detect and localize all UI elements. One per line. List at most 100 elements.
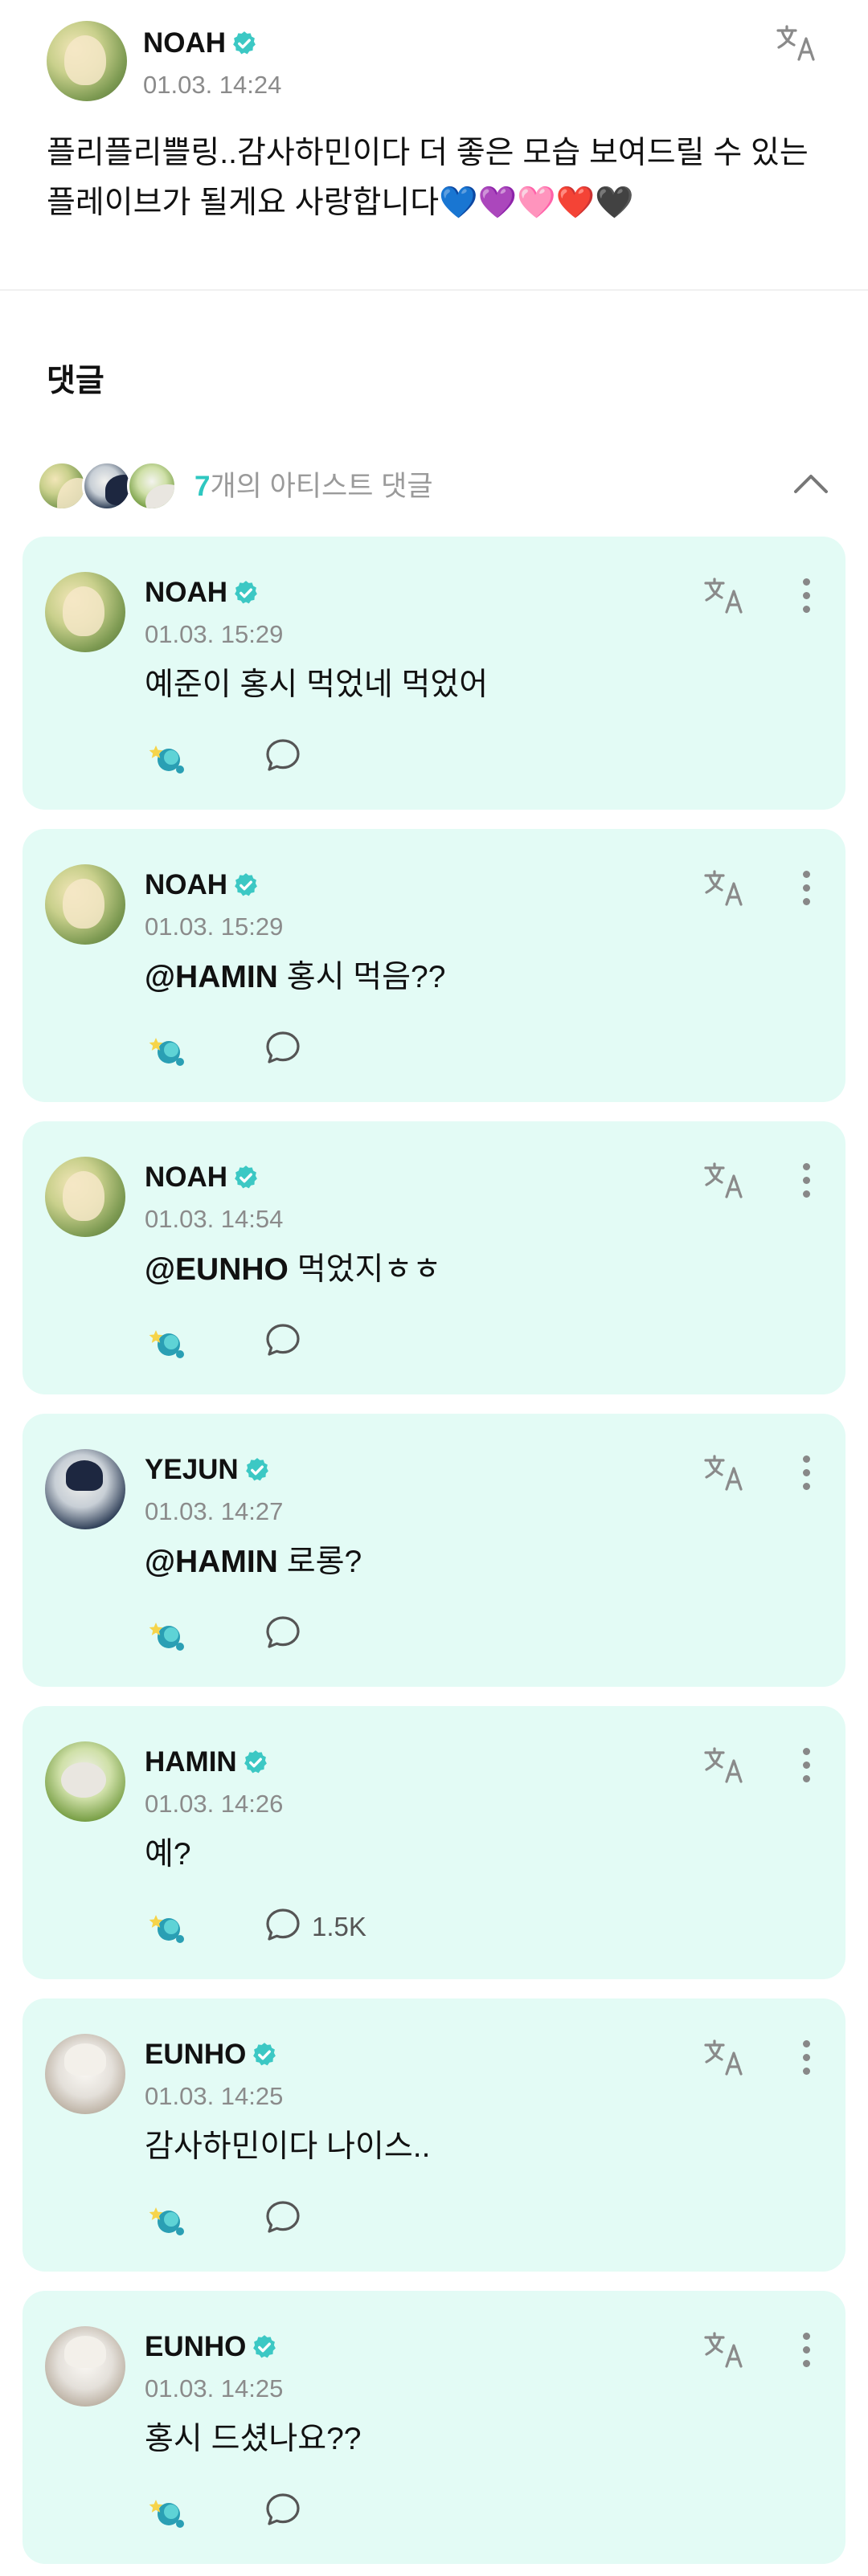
- reaction-icon[interactable]: [145, 1909, 190, 1945]
- translate-icon[interactable]: [775, 24, 820, 63]
- chevron-up-icon[interactable]: [789, 466, 833, 501]
- avatar[interactable]: [45, 1157, 125, 1237]
- comment-body: 로롱?: [277, 1545, 362, 1579]
- avatar[interactable]: [45, 572, 125, 652]
- translate-icon[interactable]: [702, 2039, 747, 2077]
- comment-body: 예준이 홍시 먹었네 먹었어: [145, 667, 489, 702]
- comment-timestamp: 01.03. 14:26: [145, 1790, 284, 1818]
- comment-text: @HAMIN 홍시 먹음??: [145, 960, 446, 995]
- comment-card: NOAH 01.03. 15:29 @HAMIN 홍시 먹음??: [23, 829, 845, 1102]
- artist-comments-toggle[interactable]: 7개의 아티스트 댓글: [37, 458, 833, 514]
- verified-badge-icon: [242, 1749, 269, 1776]
- reply-bubble-icon[interactable]: [264, 2490, 302, 2529]
- translate-icon[interactable]: [702, 1746, 747, 1785]
- divider: [0, 289, 868, 291]
- comment-card: HAMIN 01.03. 14:26 예? 1.5K: [23, 1706, 845, 1979]
- reply-bubble-icon[interactable]: [264, 1028, 302, 1067]
- translate-icon[interactable]: [702, 869, 747, 908]
- comment-author[interactable]: YEJUN: [145, 1455, 271, 1484]
- comment-text: @EUNHO 먹었지ㅎㅎ: [145, 1252, 442, 1288]
- author-name: NOAH: [145, 869, 228, 900]
- avatar[interactable]: [45, 2034, 125, 2114]
- comment-text: @HAMIN 로롱?: [145, 1545, 362, 1580]
- more-vertical-icon[interactable]: [800, 2333, 812, 2374]
- more-vertical-icon[interactable]: [800, 1748, 812, 1790]
- reaction-icon[interactable]: [145, 2493, 190, 2530]
- comment-card: NOAH 01.03. 15:29 예준이 홍시 먹었네 먹었어: [23, 537, 845, 810]
- verified-badge-icon: [232, 579, 260, 606]
- comment-timestamp: 01.03. 14:54: [145, 1205, 284, 1233]
- reply-bubble-icon[interactable]: [264, 1613, 302, 1651]
- author-name: EUNHO: [145, 2331, 247, 2362]
- author-name: YEJUN: [145, 1454, 239, 1485]
- avatar[interactable]: [45, 1449, 125, 1529]
- reaction-icon[interactable]: [145, 1324, 190, 1361]
- more-vertical-icon[interactable]: [800, 1455, 812, 1497]
- verified-badge-icon: [231, 30, 258, 57]
- comment-author[interactable]: EUNHO: [145, 2040, 278, 2068]
- author-name: NOAH: [145, 577, 228, 608]
- verified-badge-icon: [251, 2041, 278, 2068]
- comment-author[interactable]: NOAH: [145, 578, 260, 606]
- comment-text: 감사하민이다 나이스..: [145, 2129, 431, 2165]
- mention[interactable]: @HAMIN: [145, 1545, 278, 1579]
- comment-card: YEJUN 01.03. 14:27 @HAMIN 로롱?: [23, 1414, 845, 1687]
- author-name: NOAH: [143, 27, 227, 59]
- comment-timestamp: 01.03. 14:25: [145, 2082, 284, 2110]
- comment-timestamp: 01.03. 14:25: [145, 2374, 284, 2402]
- more-vertical-icon[interactable]: [800, 2040, 812, 2082]
- post-body: 플리플리쁠링..감사하민이다 더 좋은 모습 보여드릴 수 있는 플레이브가 될…: [47, 136, 809, 220]
- comment-author[interactable]: HAMIN: [145, 1748, 269, 1776]
- more-vertical-icon[interactable]: [800, 1163, 812, 1205]
- comment-body: 감사하민이다 나이스..: [145, 2129, 431, 2164]
- more-vertical-icon[interactable]: [800, 871, 812, 912]
- author-name: NOAH: [145, 1161, 228, 1193]
- author-name: EUNHO: [145, 2039, 247, 2070]
- avatar[interactable]: [45, 2326, 125, 2407]
- mention[interactable]: @EUNHO: [145, 1252, 289, 1287]
- reply-bubble-icon[interactable]: [264, 736, 302, 774]
- translate-icon[interactable]: [702, 1161, 747, 1200]
- avatar: [82, 461, 132, 511]
- post-author[interactable]: NOAH: [143, 29, 258, 57]
- comment-card: EUNHO 01.03. 14:25 감사하민이다 나이스..: [23, 1998, 845, 2272]
- comment-timestamp: 01.03. 15:29: [145, 912, 284, 941]
- artist-count-number: 7: [194, 471, 211, 502]
- comment-body: 홍시 드셨나요??: [145, 2422, 362, 2456]
- reply-bubble-icon[interactable]: [264, 2198, 302, 2236]
- author-name: HAMIN: [145, 1746, 237, 1778]
- verified-badge-icon: [244, 1456, 271, 1484]
- reply-count: 1.5K: [312, 1912, 366, 1941]
- comment-author[interactable]: NOAH: [145, 871, 260, 899]
- comment-author[interactable]: NOAH: [145, 1163, 260, 1191]
- reply-bubble-icon[interactable]: [264, 1905, 302, 1944]
- verified-badge-icon: [251, 2333, 278, 2361]
- artist-comment-count: 7개의 아티스트 댓글: [194, 472, 433, 500]
- artist-count-label: 개의 아티스트 댓글: [210, 471, 433, 502]
- avatar[interactable]: [45, 1741, 125, 1822]
- post: NOAH 01.03. 14:24 플리플리쁠링..감사하민이다 더 좋은 모습…: [0, 0, 868, 291]
- comment-body: 먹었지ㅎㅎ: [288, 1252, 442, 1287]
- verified-badge-icon: [232, 1164, 260, 1191]
- comment-card: EUNHO 01.03. 14:25 홍시 드셨나요??: [23, 2291, 845, 2564]
- comment-body: 홍시 먹음??: [277, 960, 446, 994]
- translate-icon[interactable]: [702, 1454, 747, 1492]
- comment-text: 홍시 드셨나요??: [145, 2422, 362, 2457]
- comment-timestamp: 01.03. 15:29: [145, 620, 284, 648]
- mention[interactable]: @HAMIN: [145, 960, 278, 994]
- reaction-icon[interactable]: [145, 739, 190, 776]
- reaction-icon[interactable]: [145, 1616, 190, 1653]
- post-timestamp: 01.03. 14:24: [143, 71, 282, 99]
- reaction-icon[interactable]: [145, 2201, 190, 2238]
- more-vertical-icon[interactable]: [800, 578, 812, 620]
- reaction-icon[interactable]: [145, 1031, 190, 1068]
- translate-icon[interactable]: [702, 577, 747, 615]
- reply-bubble-icon[interactable]: [264, 1321, 302, 1359]
- avatar[interactable]: [47, 21, 127, 101]
- comment-timestamp: 01.03. 14:27: [145, 1497, 284, 1525]
- avatar[interactable]: [45, 864, 125, 945]
- comment-author[interactable]: EUNHO: [145, 2333, 278, 2361]
- translate-icon[interactable]: [702, 2331, 747, 2370]
- comments-section-title: 댓글: [47, 364, 104, 398]
- comment-text: 예준이 홍시 먹었네 먹었어: [145, 667, 489, 703]
